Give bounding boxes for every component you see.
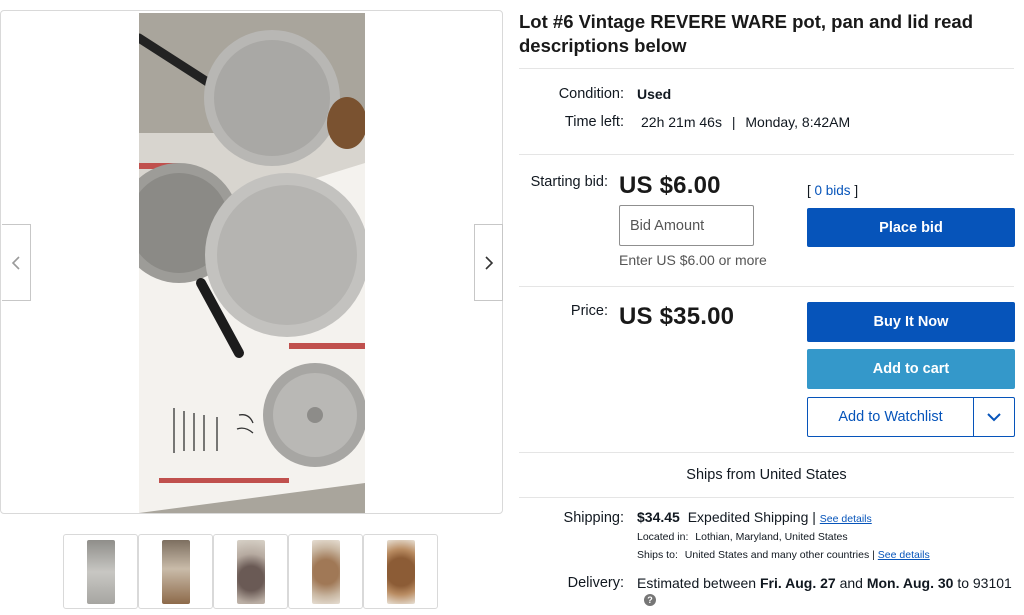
delivery-label: Delivery:: [567, 575, 624, 591]
thumbnail-5[interactable]: [363, 534, 438, 609]
shipping-summary: $34.45 Expedited Shipping | See details: [637, 509, 872, 525]
buy-now-price: US $35.00: [619, 303, 735, 330]
divider: [519, 68, 1014, 69]
help-icon[interactable]: ?: [644, 594, 656, 606]
thumbnail-image: [311, 539, 340, 604]
time-separator: |: [731, 114, 736, 130]
add-to-watchlist-button[interactable]: Add to Watchlist: [808, 398, 973, 436]
place-bid-button[interactable]: Place bid: [807, 208, 1015, 247]
main-product-photo[interactable]: [139, 13, 365, 513]
price-label: Price:: [570, 303, 608, 319]
ships-to-label: Ships to:: [637, 549, 678, 561]
located-in: Located in: Lothian, Maryland, United St…: [637, 531, 848, 543]
thumbnail-1[interactable]: [63, 534, 138, 609]
listing-title: Lot #6 Vintage REVERE WARE pot, pan and …: [519, 11, 973, 56]
ships-to: Ships to: United States and many other c…: [637, 549, 930, 561]
divider: [519, 497, 1014, 498]
shipping-see-details-link[interactable]: See details: [820, 513, 872, 525]
thumbnail-image: [161, 539, 190, 604]
bid-hint: Enter US $6.00 or more: [619, 252, 767, 268]
bids-link[interactable]: 0 bids: [815, 183, 851, 198]
divider: [519, 452, 1014, 453]
ships-to-separator: |: [872, 549, 875, 561]
image-gallery: [0, 10, 503, 514]
located-value: Lothian, Maryland, United States: [695, 531, 848, 543]
condition-value: Used: [637, 86, 672, 102]
end-time: Monday, 8:42AM: [745, 114, 851, 130]
thumbnail-2[interactable]: [138, 534, 213, 609]
delivery-destination: to 93101: [957, 575, 1012, 591]
shipping-label: Shipping:: [563, 510, 624, 526]
add-to-cart-button[interactable]: Add to cart: [807, 349, 1015, 389]
shipping-separator: |: [812, 509, 816, 525]
ships-from: Ships from United States: [686, 467, 847, 483]
located-label: Located in:: [637, 531, 689, 543]
thumbnail-image: [236, 539, 265, 604]
thumbnail-strip: [63, 534, 438, 609]
shipping-method: Expedited Shipping: [687, 509, 809, 525]
bids-bracket-close: ]: [854, 183, 859, 198]
delivery-prefix: Estimated between: [637, 575, 757, 591]
chevron-right-icon: [484, 255, 493, 270]
condition-label: Condition:: [558, 86, 624, 102]
buy-it-now-button[interactable]: Buy It Now: [807, 302, 1015, 342]
time-left-label: Time left:: [564, 114, 624, 130]
thumbnail-image: [386, 539, 415, 604]
chevron-left-icon: [11, 255, 20, 270]
bid-amount-input[interactable]: [619, 205, 754, 246]
delivery-end-date: Mon. Aug. 30: [866, 575, 954, 591]
delivery-and: and: [839, 575, 863, 591]
shipping-cost: $34.45: [637, 509, 680, 525]
thumbnail-4[interactable]: [288, 534, 363, 609]
thumbnail-image: [86, 539, 115, 604]
previous-image-button[interactable]: [2, 224, 31, 301]
time-remaining: 22h 21m 46s: [641, 114, 722, 130]
delivery-estimate: Estimated between Fri. Aug. 27 and Mon. …: [637, 575, 1012, 591]
delivery-start-date: Fri. Aug. 27: [759, 575, 836, 591]
divider: [519, 286, 1014, 287]
chevron-down-icon: [987, 412, 1001, 421]
watchlist-control: Add to Watchlist: [807, 397, 1015, 437]
ships-to-see-details-link[interactable]: See details: [878, 549, 930, 561]
watchlist-dropdown-button[interactable]: [973, 398, 1014, 436]
bid-count: [ 0 bids ]: [807, 183, 858, 198]
cookware-photo: [139, 13, 365, 513]
next-image-button[interactable]: [474, 224, 503, 301]
starting-bid-label: Starting bid:: [530, 174, 608, 190]
divider: [519, 154, 1014, 155]
bids-bracket-open: [: [807, 183, 811, 198]
time-left-value: 22h 21m 46s | Monday, 8:42AM: [641, 114, 850, 130]
thumbnail-3[interactable]: [213, 534, 288, 609]
starting-bid-price: US $6.00: [619, 172, 721, 199]
ships-to-value: United States and many other countries: [684, 549, 870, 561]
